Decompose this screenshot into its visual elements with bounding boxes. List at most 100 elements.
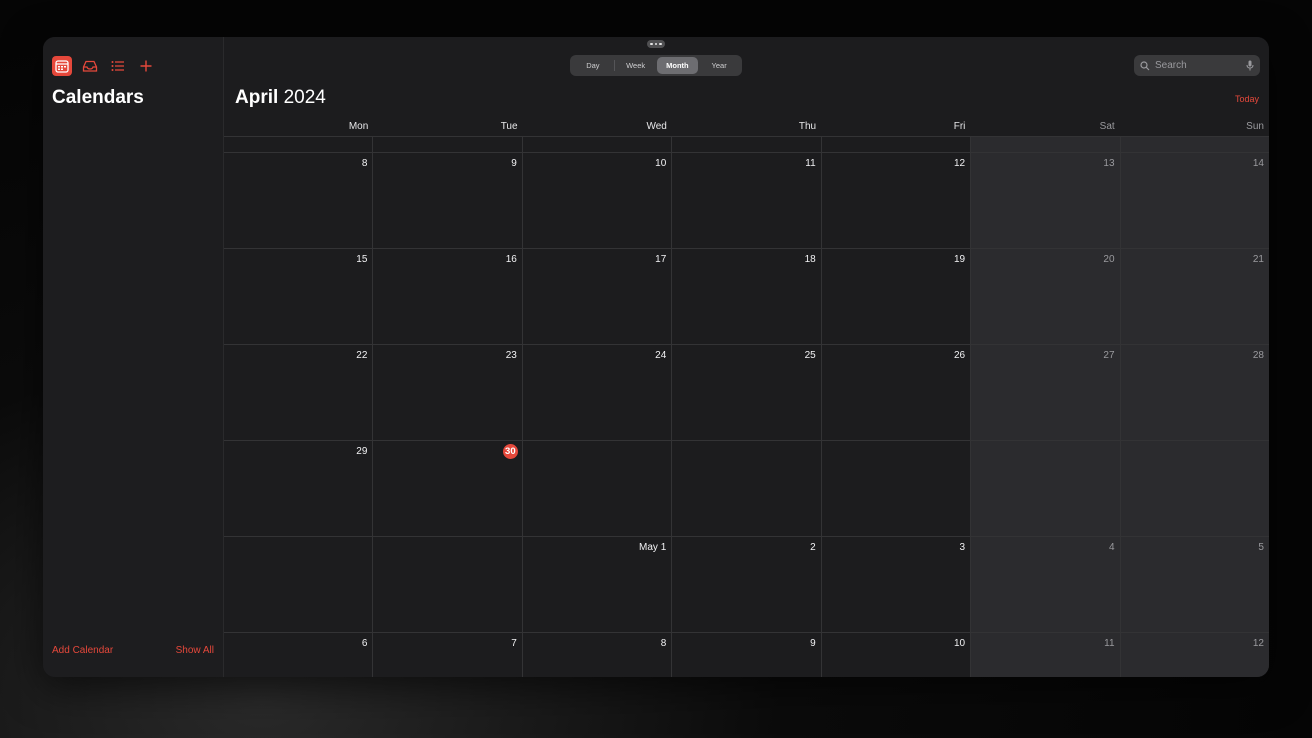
day-number: 7 [511,638,517,649]
day-cell[interactable]: 9 [373,153,523,248]
search-field[interactable]: Search [1134,55,1260,76]
day-cell[interactable]: 25 [672,345,822,440]
day-number: 4 [1108,542,1115,553]
plus-icon[interactable] [136,56,156,76]
day-cell[interactable]: 28 [1120,345,1269,440]
view-year-button[interactable]: Year [698,57,740,74]
add-calendar-button[interactable]: Add Calendar [52,645,113,656]
day-number: 2 [810,542,816,553]
day-cell[interactable]: May 1 [522,537,673,632]
day-number: 11 [805,158,816,169]
day-number: 6 [361,638,368,649]
day-cell[interactable]: 2 [672,537,822,632]
day-cell[interactable]: 19 [821,249,972,344]
show-all-button[interactable]: Show All [176,645,214,656]
year-label: 2024 [283,87,326,108]
day-cell[interactable]: 29 [224,441,374,536]
day-cell[interactable]: 12 [1120,633,1269,677]
day-cell[interactable]: 15 [224,249,374,344]
day-cell[interactable]: 20 [971,249,1121,344]
day-number: 21 [1252,254,1264,265]
day-cell[interactable]: 13 [971,153,1121,248]
day-cell[interactable]: 23 [373,345,523,440]
day-cell[interactable]: 16 [373,249,523,344]
day-cell[interactable]: 11 [971,633,1121,677]
week-row: 15 16 17 18 19 20 21 [224,249,1269,345]
day-cell[interactable]: 11 [672,153,822,248]
day-number: May 1 [639,542,667,553]
view-month-button[interactable]: Month [656,57,699,74]
day-cell[interactable]: 14 [1120,153,1269,248]
day-cell[interactable] [522,441,673,536]
day-number: 10 [953,638,966,649]
month-grid: 8 9 10 11 12 13 14 15 16 17 18 19 20 21 22 23 24 25 26 27 28… [224,136,1269,677]
day-cell[interactable]: 10 [522,153,673,248]
day-cell[interactable] [224,537,374,632]
microphone-icon[interactable] [1246,60,1254,71]
day-number: 17 [655,254,667,265]
day-cell[interactable] [522,137,673,152]
day-cell[interactable] [224,137,374,152]
day-cell[interactable]: 24 [522,345,673,440]
day-cell[interactable] [1120,137,1269,152]
day-cell[interactable]: 22 [224,345,374,440]
day-number: 29 [356,446,368,457]
sidebar-title: Calendars [52,87,144,108]
more-options-icon[interactable] [647,40,665,48]
day-cell[interactable] [1120,441,1269,536]
day-number: 28 [1252,350,1264,361]
day-cell[interactable] [821,137,972,152]
day-cell[interactable]: 6 [224,633,374,677]
list-icon[interactable] [108,56,128,76]
weekday-label: Wed [646,121,667,132]
day-cell[interactable]: 8 [224,153,374,248]
day-cell[interactable]: 21 [1120,249,1269,344]
day-cell[interactable] [672,441,822,536]
day-number: 19 [953,254,966,265]
day-number: 8 [361,158,368,169]
day-cell[interactable]: 10 [821,633,972,677]
day-cell[interactable]: 27 [971,345,1121,440]
day-number: 14 [1252,158,1264,169]
view-week-button[interactable]: Week [615,57,657,74]
day-cell[interactable]: 12 [821,153,972,248]
day-cell[interactable] [971,441,1121,536]
day-cell[interactable] [821,441,972,536]
day-cell[interactable]: 3 [821,537,972,632]
day-cell[interactable]: 26 [821,345,972,440]
search-input[interactable]: Search [1155,60,1246,71]
weekday-label: Sat [1099,121,1115,132]
today-day-number: 30 [502,444,518,459]
month-title: April 2024 [235,87,326,109]
sidebar-footer: Add Calendar Show All [52,645,214,656]
day-cell[interactable] [971,137,1121,152]
weekday-label: Fri [953,121,966,132]
day-cell[interactable]: 18 [672,249,822,344]
search-icon [1140,60,1150,70]
day-cell[interactable]: 7 [373,633,523,677]
day-cell[interactable]: 9 [672,633,822,677]
inbox-icon[interactable] [80,56,100,76]
sidebar-toolbar [52,56,156,76]
partial-week-row [224,137,1269,153]
view-day-button[interactable]: Day [572,57,614,74]
day-cell[interactable]: 5 [1120,537,1269,632]
day-number: 3 [959,542,966,553]
day-cell[interactable]: 8 [522,633,673,677]
week-row: 8 9 10 11 12 13 14 [224,153,1269,249]
day-cell[interactable]: 4 [971,537,1121,632]
weekday-label: Sun [1246,121,1264,132]
day-number: 12 [1252,638,1264,649]
week-row: May 1 2 3 4 5 [224,537,1269,633]
day-number: 24 [655,350,667,361]
day-number: 26 [953,350,966,361]
week-row: 6 7 8 9 10 11 12 [224,633,1269,677]
day-cell[interactable]: 30 [373,441,523,536]
day-cell[interactable]: 17 [522,249,673,344]
view-switcher: Day Week Month Year [570,55,742,76]
day-cell[interactable] [373,137,523,152]
today-button[interactable]: Today [1235,94,1259,104]
day-cell[interactable] [373,537,523,632]
day-cell[interactable] [672,137,822,152]
calendar-icon[interactable] [52,56,72,76]
